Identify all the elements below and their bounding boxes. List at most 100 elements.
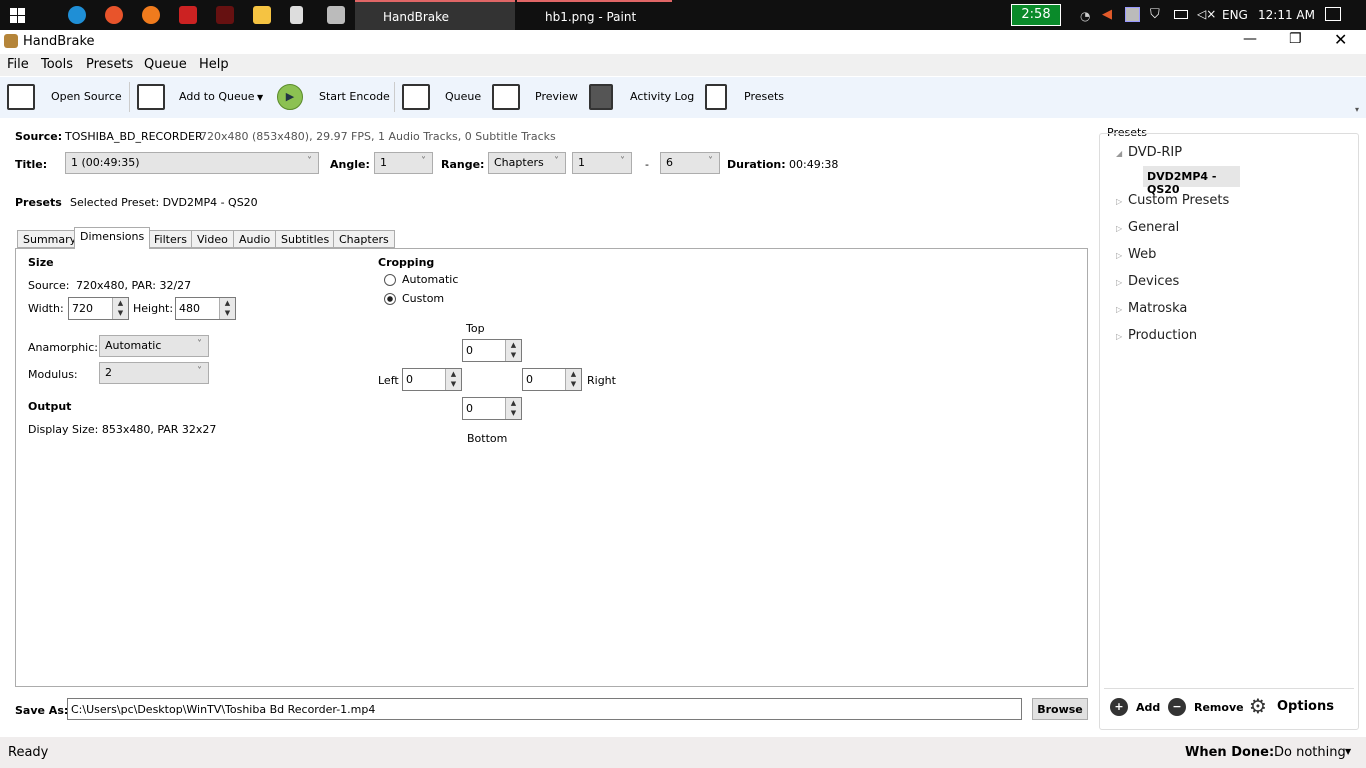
save-path-input[interactable]: C:\Users\pc\Desktop\WinTV\Toshiba Bd Rec… (67, 698, 1022, 720)
custom-radio[interactable] (384, 293, 396, 305)
mute-icon[interactable]: ◁× (1197, 7, 1216, 21)
battery-icon[interactable] (1174, 10, 1188, 19)
add-preset-button[interactable]: Add (1136, 701, 1160, 714)
collapsed-icon[interactable]: ▷ (1116, 305, 1128, 314)
automatic-label[interactable]: Automatic (402, 273, 458, 286)
browse-button[interactable]: Browse (1032, 698, 1088, 720)
remove-preset-button[interactable]: Remove (1194, 701, 1244, 714)
folder-icon[interactable] (253, 6, 271, 24)
firefox-icon[interactable] (105, 6, 123, 24)
maximize-button[interactable]: ❐ (1289, 31, 1302, 47)
spin-arrows-icon[interactable]: ▲ ▼ (219, 298, 235, 319)
wifi-icon[interactable]: ◔ (1080, 9, 1090, 23)
collapsed-icon[interactable]: ▷ (1116, 332, 1128, 341)
tab-audio[interactable]: Audio (233, 230, 277, 248)
app-icon[interactable] (216, 6, 234, 24)
modulus-select[interactable]: 2 (99, 362, 209, 384)
clapper-icon[interactable] (327, 6, 345, 24)
custom-label[interactable]: Custom (402, 292, 444, 305)
speaker-icon[interactable]: ◀ (1102, 7, 1112, 22)
crop-bottom-input[interactable]: 0 ▲ ▼ (462, 397, 522, 420)
collapsed-icon[interactable]: ▷ (1116, 278, 1128, 287)
spin-arrows-icon[interactable]: ▲ ▼ (565, 369, 581, 390)
menu-presets[interactable]: Presets (86, 57, 133, 72)
preview-button[interactable]: Preview (535, 90, 578, 103)
remove-icon[interactable]: − (1168, 698, 1186, 716)
menu-file[interactable]: File (7, 57, 29, 72)
spin-arrows-icon[interactable]: ▲ ▼ (505, 340, 521, 361)
collapsed-icon[interactable]: ▷ (1116, 197, 1128, 206)
tab-chapters[interactable]: Chapters (333, 230, 395, 248)
range-start-select[interactable]: 1 (572, 152, 632, 174)
angle-select[interactable]: 1 (374, 152, 433, 174)
shield-icon[interactable]: ⛉ (1150, 7, 1160, 22)
add-icon[interactable]: + (1110, 698, 1128, 716)
display-icon[interactable] (1125, 7, 1140, 22)
clock[interactable]: 12:11 AM (1258, 8, 1315, 22)
start-encode-button[interactable]: Start Encode (319, 90, 390, 103)
edge-icon[interactable] (68, 6, 86, 24)
expanded-icon[interactable]: ◢ (1116, 149, 1128, 158)
width-input[interactable]: 720 ▲ ▼ (68, 297, 129, 320)
tab-filters[interactable]: Filters (148, 230, 193, 248)
presets-button[interactable]: Presets (744, 90, 784, 103)
preset-group-production[interactable]: ▷ Production (1116, 328, 1197, 343)
tab-subtitles[interactable]: Subtitles (275, 230, 336, 248)
collapsed-icon[interactable]: ▷ (1116, 224, 1128, 233)
overflow-icon[interactable]: ▾ (1355, 105, 1359, 114)
preset-group-custom[interactable]: ▷ Custom Presets (1116, 193, 1229, 208)
preset-item-selected[interactable]: DVD2MP4 - QS20 (1143, 166, 1240, 196)
language[interactable]: ENG (1222, 8, 1248, 22)
app-icon[interactable] (179, 6, 197, 24)
range-end-select[interactable]: 6 (660, 152, 720, 174)
queue-button[interactable]: Queue (445, 90, 481, 103)
gear-icon[interactable]: ⚙ (1249, 694, 1267, 718)
chevron-down-icon[interactable]: ▼ (257, 93, 263, 102)
menu-help[interactable]: Help (199, 57, 229, 72)
add-to-queue-button[interactable]: Add to Queue (179, 90, 254, 103)
range-type-select[interactable]: Chapters (488, 152, 566, 174)
menu-queue[interactable]: Queue (144, 57, 187, 72)
crop-left-input[interactable]: 0 ▲ ▼ (402, 368, 462, 391)
anamorphic-select[interactable]: Automatic (99, 335, 209, 357)
add-image-icon[interactable] (137, 84, 165, 110)
clapperboard-icon[interactable] (7, 84, 35, 110)
close-button[interactable]: ✕ (1334, 30, 1347, 49)
calculator-icon[interactable] (290, 6, 303, 24)
minimize-button[interactable]: — (1243, 31, 1257, 47)
automatic-radio[interactable] (384, 274, 396, 286)
open-source-button[interactable]: Open Source (51, 90, 122, 103)
activity-log-button[interactable]: Activity Log (630, 90, 694, 103)
spin-arrows-icon[interactable]: ▲ ▼ (505, 398, 521, 419)
preset-group-matroska[interactable]: ▷ Matroska (1116, 301, 1187, 316)
preset-group-web[interactable]: ▷ Web (1116, 247, 1156, 262)
preview-icon[interactable] (492, 84, 520, 110)
queue-icon[interactable] (402, 84, 430, 110)
preset-group-devices[interactable]: ▷ Devices (1116, 274, 1179, 289)
spin-arrows-icon[interactable]: ▲ ▼ (112, 298, 128, 319)
firefox-icon[interactable] (142, 6, 160, 24)
anamorphic-label: Anamorphic: (28, 341, 98, 354)
preset-group-general[interactable]: ▷ General (1116, 220, 1179, 235)
tab-dimensions[interactable]: Dimensions (74, 227, 151, 249)
chevron-down-icon[interactable]: ▼ (1345, 747, 1351, 756)
height-input[interactable]: 480 ▲ ▼ (175, 297, 236, 320)
crop-right-input[interactable]: 0 ▲ ▼ (522, 368, 582, 391)
notifications-icon[interactable] (1325, 7, 1341, 21)
taskbar-paint[interactable]: hb1.png - Paint (517, 0, 672, 30)
tab-summary[interactable]: Summary (17, 230, 83, 248)
spin-arrows-icon[interactable]: ▲ ▼ (445, 369, 461, 390)
tab-video[interactable]: Video (191, 230, 234, 248)
when-done-select[interactable]: Do nothing (1274, 745, 1346, 760)
start-icon[interactable] (10, 8, 25, 23)
crop-top-input[interactable]: 0 ▲ ▼ (462, 339, 522, 362)
menu-tools[interactable]: Tools (41, 57, 73, 72)
taskbar-handbrake[interactable]: HandBrake (355, 0, 515, 30)
preset-group-dvd-rip[interactable]: ◢ DVD-RIP (1116, 145, 1182, 160)
play-icon[interactable]: ▶ (277, 84, 303, 110)
options-button[interactable]: Options (1277, 699, 1334, 714)
title-select[interactable]: 1 (00:49:35) (65, 152, 319, 174)
presets-icon[interactable] (705, 84, 727, 110)
collapsed-icon[interactable]: ▷ (1116, 251, 1128, 260)
activity-log-icon[interactable] (589, 84, 613, 110)
